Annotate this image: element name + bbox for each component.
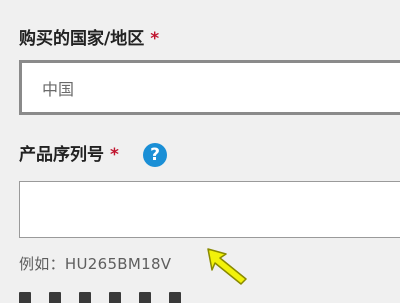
- serial-number-input[interactable]: [19, 181, 400, 238]
- country-label-text: 购买的国家/地区: [19, 29, 145, 49]
- country-input[interactable]: [19, 60, 400, 115]
- serial-label-text: 产品序列号: [19, 145, 104, 165]
- country-field-label: 购买的国家/地区 *: [19, 28, 159, 50]
- question-circle-icon[interactable]: ?: [143, 143, 167, 167]
- country-required-mark: *: [150, 29, 160, 49]
- serial-hint-text: 例如：HU265BM18V: [19, 255, 172, 273]
- cropped-text-line: [19, 291, 219, 303]
- serial-required-mark: *: [110, 145, 119, 165]
- mouse-pointer-arrow-icon: [207, 248, 247, 285]
- serial-field-label: 产品序列号 *: [19, 144, 119, 166]
